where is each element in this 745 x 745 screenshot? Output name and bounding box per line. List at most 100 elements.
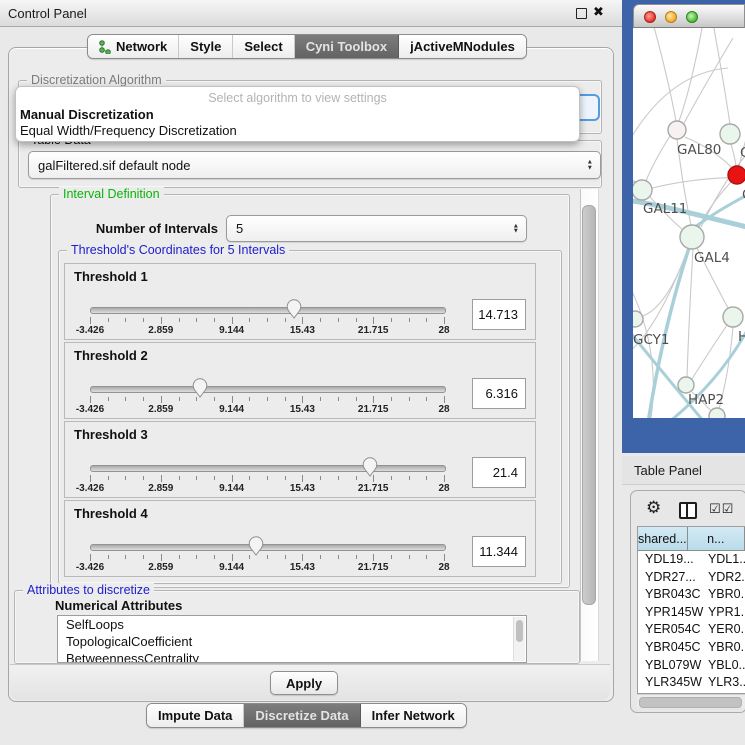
table-row[interactable]: YDR27...YDR2... [638,569,745,587]
table-row[interactable]: YBR045CYBR0... [638,639,745,657]
number-of-intervals-combobox[interactable]: 5 ▲▼ [226,215,527,242]
tick-mark [391,397,392,401]
threshold-value-field[interactable]: 6.316 [472,378,526,409]
group-title-attributes: Attributes to discretize [23,583,154,597]
close-icon[interactable]: ✖ [593,4,604,20]
tick-mark [249,555,250,559]
tab-label: Select [244,39,282,54]
network-window-titlebar[interactable] [633,4,745,28]
table-hscrollbar-thumb[interactable] [639,697,742,708]
bottom-tab-bar: Impute DataDiscretize DataInfer Network [146,703,467,728]
numerical-attributes-list[interactable]: SelfLoopsTopologicalCoefficientBetweenne… [57,615,527,663]
table-row[interactable]: YPR145WYPR1... [638,604,745,622]
list-scrollbar-track[interactable] [513,617,525,661]
apply-button[interactable]: Apply [270,671,338,695]
gal80-node[interactable] [668,121,686,139]
tick-mark [214,555,215,559]
panel-scrollbar-thumb[interactable] [582,205,596,605]
tab-impute-data[interactable]: Impute Data [147,704,244,727]
threshold-value-field[interactable]: 21.4 [472,457,526,488]
bottom-node[interactable] [709,408,725,418]
table-cell: YER054C [638,621,704,639]
node-label-h: H [738,329,745,345]
gal11-node[interactable] [633,180,652,200]
table-data-value: galFiltered.sif default node [38,158,190,173]
tab-network[interactable]: Network [88,35,179,58]
tick-mark [232,475,233,482]
tick-mark [409,476,410,480]
tab-discretize-data[interactable]: Discretize Data [244,704,360,727]
tab-select[interactable]: Select [233,35,294,58]
threshold-value-field[interactable]: 14.713 [472,299,526,330]
number-of-intervals-value: 5 [236,221,243,236]
table-data-combobox[interactable]: galFiltered.sif default node ▲▼ [28,151,601,179]
threshold-row: Threshold 2 -3.4262.8599.14415.4321.7152… [64,342,536,419]
tab-label: jActiveMNodules [410,39,515,54]
tick-mark [267,397,268,401]
scale-label: 21.715 [358,562,389,573]
slider-track[interactable] [90,465,446,472]
gear-icon[interactable]: ⚙ [646,499,661,516]
tick-mark [179,397,180,401]
selected-red-node[interactable] [728,166,745,184]
attribute-item-topologicalcoefficient[interactable]: TopologicalCoefficient [58,633,526,650]
attribute-item-betweennesscentrality[interactable]: BetweennessCentrality [58,650,526,663]
attribute-item-selfloops[interactable]: SelfLoops [58,616,526,633]
float-window-icon[interactable] [576,8,587,19]
tick-mark [214,318,215,322]
table-cell: YLR345W [638,674,704,692]
scale-label: 28 [438,562,449,573]
tick-mark [391,318,392,322]
table-row[interactable]: YLR345WYLR3... [638,674,745,692]
checkbox-icons[interactable]: ☑☑ [709,501,734,517]
tick-mark [143,397,144,401]
group-title-discretization-algorithm: Discretization Algorithm [27,73,166,87]
top-right-node[interactable] [720,124,740,144]
table-row[interactable]: YER054CYER0... [638,621,745,639]
minimize-traffic-light-icon[interactable] [665,11,677,23]
dropdown-option-equal-width-frequency-discretization[interactable]: Equal Width/Frequency Discretization [16,123,579,139]
close-traffic-light-icon[interactable] [644,11,656,23]
table-row[interactable]: YDL19...YDL1... [638,551,745,569]
table-panel-header: Table Panel [622,456,745,485]
gcy1-node[interactable] [633,311,643,327]
columns-icon[interactable] [679,502,697,519]
tab-infer-network[interactable]: Infer Network [361,704,466,727]
slider-thumb[interactable] [286,299,302,319]
dropdown-option-manual-discretization[interactable]: Manual Discretization [16,107,579,123]
slider-track[interactable] [90,544,446,551]
zoom-traffic-light-icon[interactable] [686,11,698,23]
tick-mark [125,555,126,559]
table-row[interactable]: YBR043CYBR0... [638,586,745,604]
tick-mark [90,317,91,324]
hap2-node[interactable] [678,377,694,393]
tab-style[interactable]: Style [179,35,233,58]
slider-track[interactable] [90,386,446,393]
list-scrollbar-thumb[interactable] [516,620,523,642]
gal4-node[interactable] [680,225,704,249]
table-cell: YBR045C [638,639,704,657]
table-row[interactable]: YBL079WYBL0... [638,657,745,675]
tick-mark [179,476,180,480]
tick-mark [302,475,303,482]
tab-jactivemnodules[interactable]: jActiveMNodules [399,35,526,58]
slider-scale-labels: -3.4262.8599.14415.4321.71528 [90,562,444,573]
slider-thumb[interactable] [362,457,378,477]
network-canvas[interactable]: GAL80GACGAL11GAL4GCY1HHAP2 [633,28,745,418]
right-node[interactable] [723,307,743,327]
tick-mark [196,476,197,480]
tick-mark [285,555,286,559]
slider-track[interactable] [90,307,446,314]
table-cell: YER0... [704,621,745,639]
node-table[interactable]: shared...n... YDL19...YDL1...YDR27...YDR… [637,526,745,694]
slider-thumb[interactable] [248,536,264,556]
tab-cyni-toolbox[interactable]: Cyni Toolbox [295,35,399,58]
table-hscrollbar-track[interactable] [637,694,745,708]
column-header-1[interactable]: shared... [638,527,688,551]
slider-thumb[interactable] [192,378,208,398]
tick-mark [285,318,286,322]
scale-label: -3.426 [76,404,104,415]
threshold-value-field[interactable]: 11.344 [472,536,526,567]
column-header-2[interactable]: n... [688,527,745,551]
tick-mark [214,397,215,401]
